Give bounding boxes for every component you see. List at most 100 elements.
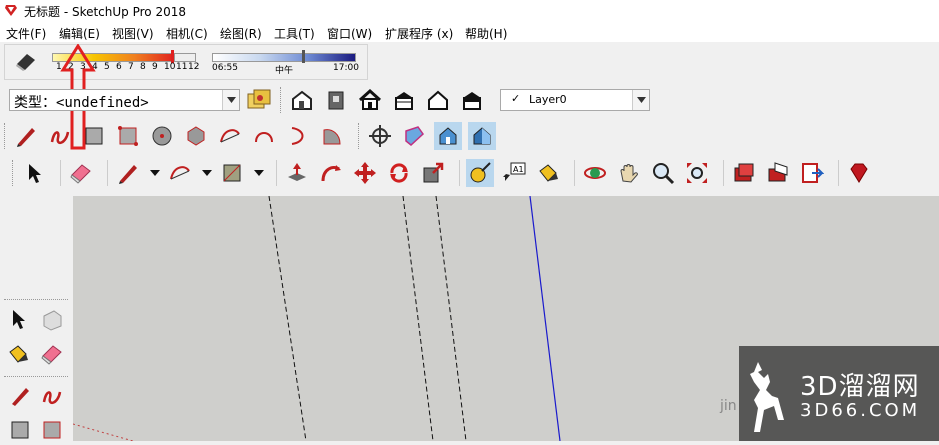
pan-hand-icon[interactable] xyxy=(615,159,643,187)
make-component-icon[interactable] xyxy=(40,308,64,335)
menu-view[interactable]: 视图(V) xyxy=(112,25,154,42)
xray-house-icon[interactable] xyxy=(434,122,462,150)
walk-box-icon[interactable] xyxy=(400,122,428,150)
toolbar-grip xyxy=(12,160,16,186)
menu-camera[interactable]: 相机(C) xyxy=(166,25,208,42)
pencil-icon[interactable] xyxy=(8,384,32,411)
freehand-icon[interactable] xyxy=(40,384,64,411)
toolbar-grip xyxy=(4,376,68,378)
time-slider-track[interactable] xyxy=(212,53,356,62)
right-view-house-icon[interactable] xyxy=(390,86,418,114)
toolbar-grip xyxy=(4,299,68,301)
menu-edit[interactable]: 编辑(E) xyxy=(59,25,100,42)
ruby-gem-icon[interactable] xyxy=(845,159,873,187)
section-toolbar xyxy=(358,122,502,150)
sketchup-logo-icon xyxy=(4,3,18,20)
eraser-tool-icon[interactable] xyxy=(67,159,95,187)
month-slider-end xyxy=(174,53,196,62)
paint-bucket-icon[interactable] xyxy=(534,159,562,187)
freehand-icon[interactable] xyxy=(46,122,74,150)
watermark-brand: 3D溜溜网 xyxy=(800,372,920,402)
polygon-icon[interactable] xyxy=(182,122,210,150)
push-pull-icon[interactable] xyxy=(283,159,311,187)
front-view-house-icon[interactable] xyxy=(356,86,384,114)
month-tick: 7 xyxy=(128,62,134,72)
orbit-icon[interactable] xyxy=(581,159,609,187)
circle-icon[interactable] xyxy=(148,122,176,150)
select-arrow-icon[interactable] xyxy=(20,159,48,187)
shape-rectangle-icon[interactable] xyxy=(218,159,246,187)
toolbar-separator xyxy=(838,160,839,186)
menu-file[interactable]: 文件(F) xyxy=(6,25,46,42)
time-slider-thumb[interactable] xyxy=(302,50,305,63)
title-bar: 无标题 - SketchUp Pro 2018 xyxy=(0,0,939,22)
component-options-icon[interactable] xyxy=(246,88,272,115)
layer-combo[interactable]: ✓ Layer0 xyxy=(500,89,650,111)
month-tick: 5 xyxy=(104,62,110,72)
chevron-down-icon[interactable] xyxy=(632,90,649,110)
follow-me-icon[interactable] xyxy=(317,159,345,187)
position-camera-icon[interactable] xyxy=(366,122,394,150)
chevron-down-icon[interactable] xyxy=(252,159,266,187)
toolbar-separator xyxy=(107,160,108,186)
pencil-icon[interactable] xyxy=(12,122,40,150)
line-pencil-icon[interactable] xyxy=(114,159,142,187)
shaded-house-icon[interactable] xyxy=(468,122,496,150)
svg-text:A1: A1 xyxy=(513,165,524,174)
toolbar-grip xyxy=(280,87,284,113)
watermark-overlay-text: jin xyxy=(720,398,737,414)
type-combo[interactable]: 类型：<undefined> xyxy=(9,89,240,111)
three-point-arc-icon[interactable] xyxy=(284,122,312,150)
chevron-down-icon[interactable] xyxy=(200,159,214,187)
eraser-tool-icon[interactable] xyxy=(40,342,64,369)
left-view-house-icon[interactable] xyxy=(458,86,486,114)
rotate-icon[interactable] xyxy=(385,159,413,187)
menu-help[interactable]: 帮助(H) xyxy=(465,25,507,42)
zoom-extents-icon[interactable] xyxy=(683,159,711,187)
toolbar-grip xyxy=(4,123,8,149)
paint-bucket-icon[interactable] xyxy=(6,342,30,369)
chevron-down-icon[interactable] xyxy=(148,159,162,187)
toolbar-separator xyxy=(459,160,460,186)
layer-name: Layer0 xyxy=(529,93,567,106)
month-tick: 9 xyxy=(152,62,158,72)
toolbar-separator xyxy=(276,160,277,186)
type-value: <undefined> xyxy=(56,95,149,111)
checkmark-icon: ✓ xyxy=(511,92,521,105)
watermark-url: 3D66.COM xyxy=(800,400,921,421)
deer-logo-icon xyxy=(748,360,796,438)
arc-tool-icon[interactable] xyxy=(166,159,194,187)
time-end-label: 17:00 xyxy=(333,63,359,73)
month-tick: 11 xyxy=(176,62,188,72)
rotated-rectangle-icon[interactable] xyxy=(114,122,142,150)
zoom-magnifier-icon[interactable] xyxy=(649,159,677,187)
top-view-house-icon[interactable] xyxy=(322,86,350,114)
month-tick: 8 xyxy=(140,62,146,72)
iso-view-house-icon[interactable] xyxy=(288,86,316,114)
two-point-arc-icon[interactable] xyxy=(250,122,278,150)
menu-window[interactable]: 窗口(W) xyxy=(327,25,372,42)
month-tick: 6 xyxy=(116,62,122,72)
tape-measure-icon[interactable] xyxy=(466,159,494,187)
share-model-icon[interactable] xyxy=(764,159,792,187)
chevron-down-icon[interactable] xyxy=(222,90,239,110)
back-view-house-icon[interactable] xyxy=(424,86,452,114)
select-arrow-icon[interactable] xyxy=(8,308,28,333)
rectangle-icon[interactable] xyxy=(80,122,108,150)
warehouse-icon[interactable] xyxy=(730,159,758,187)
menu-tools[interactable]: 工具(T) xyxy=(274,25,315,42)
time-noon-label: 中午 xyxy=(275,66,294,76)
menu-bar: 文件(F) 编辑(E) 视图(V) 相机(C) 绘图(R) 工具(T) 窗口(W… xyxy=(0,22,939,42)
pie-icon[interactable] xyxy=(318,122,346,150)
arc-icon[interactable] xyxy=(216,122,244,150)
toolbar-separator xyxy=(60,160,61,186)
extension-warehouse-icon[interactable] xyxy=(798,159,826,187)
menu-draw[interactable]: 绘图(R) xyxy=(220,25,262,42)
text-label-icon[interactable]: A1 xyxy=(500,159,528,187)
menu-extensions[interactable]: 扩展程序 (x) xyxy=(385,25,453,42)
main-toolbar: A1 xyxy=(12,159,879,187)
type-label: 类型： xyxy=(14,95,56,111)
scale-icon[interactable] xyxy=(419,159,447,187)
move-icon[interactable] xyxy=(351,159,379,187)
eraser-icon[interactable] xyxy=(14,50,38,75)
